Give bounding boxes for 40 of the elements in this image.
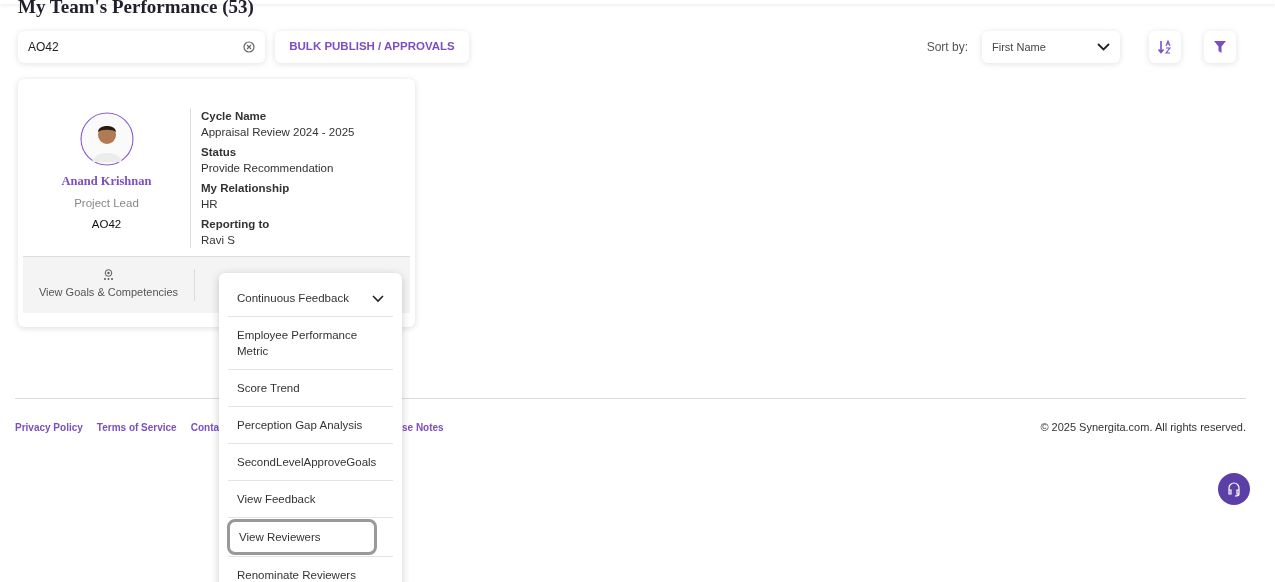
menu-item[interactable]: Score Trend <box>228 371 393 405</box>
search-field[interactable]: AO42 <box>18 31 265 63</box>
employee-name[interactable]: Anand Krishnan <box>61 172 152 191</box>
field-value: HR <box>201 197 219 212</box>
clear-icon[interactable] <box>243 41 255 53</box>
menu-item[interactable]: Renominate Reviewers <box>228 558 393 582</box>
field-label: Cycle Name <box>201 109 268 124</box>
menu-item[interactable]: SecondLevelApproveGoals <box>228 445 393 479</box>
field-value: Appraisal Review 2024 - 2025 <box>201 125 355 140</box>
menu-item[interactable]: Employee Performance Metric <box>228 318 393 368</box>
chevron-down-icon <box>1097 43 1110 51</box>
bulk-publish-button[interactable]: BULK PUBLISH / APPROVALS <box>275 31 469 63</box>
target-people-icon <box>103 269 114 282</box>
copyright-text: © 2025 Synergita.com. All rights reserved. <box>1040 420 1246 435</box>
field-label: Reporting to <box>201 217 271 232</box>
footer-link[interactable]: se Notes <box>402 419 444 435</box>
support-button[interactable] <box>1218 473 1250 505</box>
field-label: My Relationship <box>201 181 291 196</box>
sort-icon <box>1157 39 1173 55</box>
filter-button[interactable] <box>1204 31 1236 63</box>
employee-code: AO42 <box>91 217 122 232</box>
chevron-down-icon <box>372 294 384 303</box>
field-value: Ravi S <box>201 233 236 248</box>
sort-order-button[interactable] <box>1149 31 1181 63</box>
menu-item[interactable]: Perception Gap Analysis <box>228 408 393 442</box>
filter-icon <box>1214 41 1226 53</box>
sort-select[interactable]: First Name <box>982 31 1120 63</box>
menu-header[interactable]: Continuous Feedback <box>228 281 393 317</box>
employee-role: Project Lead <box>74 195 139 211</box>
menu-item[interactable]: View Reviewers <box>227 519 377 555</box>
menu-item[interactable]: View Feedback <box>228 482 393 516</box>
footer-link[interactable]: Terms of Service <box>96 419 177 435</box>
footer-link[interactable]: Privacy Policy <box>15 419 83 435</box>
field-value: Provide Recommendation <box>201 161 335 176</box>
footer-link[interactable]: Conta <box>190 419 220 435</box>
sort-label: Sort by: <box>926 39 968 56</box>
headset-icon <box>1226 481 1242 497</box>
view-goals-button[interactable]: View Goals & Competencies <box>23 269 195 301</box>
page-title: My Team's Performance (53) <box>18 0 254 18</box>
field-label: Status <box>201 145 238 160</box>
